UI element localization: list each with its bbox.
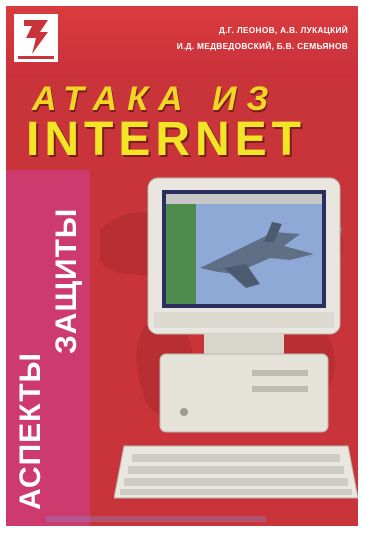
authors-line-2: И.Д. МЕДВЕДОВСКИЙ, Б.В. СЕМЬЯНОВ bbox=[176, 41, 348, 51]
publisher-logo-icon bbox=[14, 14, 58, 62]
bottom-watermark bbox=[46, 510, 266, 526]
title-main: INTERNET bbox=[26, 113, 306, 166]
bottom-watermark-shape-icon bbox=[46, 516, 266, 522]
spine-word-2: ЗАЩИТЫ bbox=[50, 207, 83, 354]
authors: Д.Г. ЛЕОНОВ, А.В. ЛУКАЦКИЙ И.Д. МЕДВЕДОВ… bbox=[88, 22, 348, 54]
authors-line-1: Д.Г. ЛЕОНОВ, А.В. ЛУКАЦКИЙ bbox=[218, 25, 348, 35]
spine-word-1: АСПЕКТЫ bbox=[14, 352, 47, 510]
book-cover: Д.Г. ЛЕОНОВ, А.В. ЛУКАЦКИЙ И.Д. МЕДВЕДОВ… bbox=[6, 6, 358, 526]
computer-illustration-icon bbox=[114, 177, 358, 499]
